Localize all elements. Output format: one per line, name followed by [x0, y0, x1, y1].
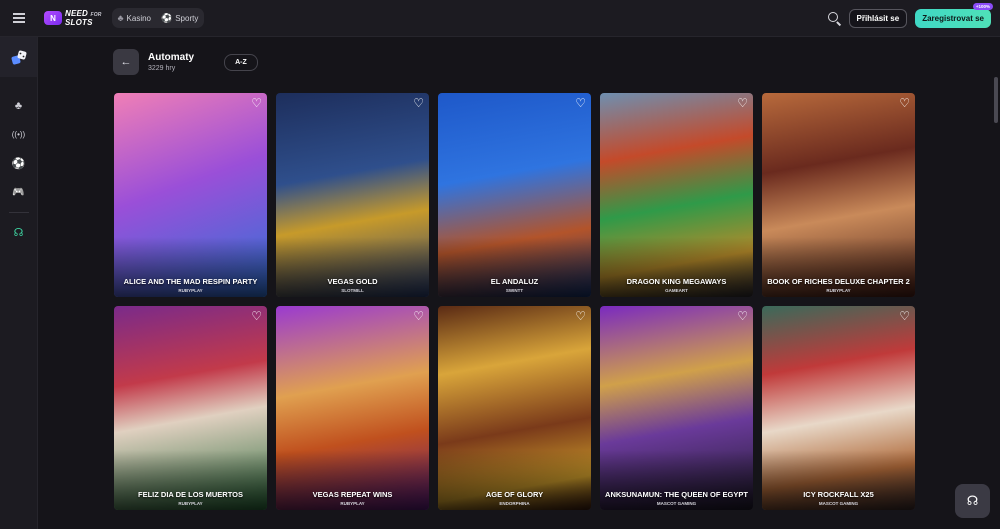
game-provider: MASCOT GAMING [818, 501, 859, 506]
login-button[interactable]: Přihlásit se [848, 8, 908, 28]
live-broadcast-icon: ((•)) [11, 130, 26, 139]
bonus-badge: +100% [972, 2, 993, 10]
game-grid: ♡ Alice and the Mad Respin Party RUBYPLAY ♡… [114, 93, 916, 510]
game-card[interactable]: ♡ Alice and the Mad Respin Party RUBYPLAY [114, 93, 267, 297]
game-card[interactable]: ♡ Dragon King Megaways GAMEART [600, 93, 753, 297]
game-card[interactable]: ♡ Feliz Dia de los Muertos RUBYPLAY [114, 306, 267, 510]
heart-icon[interactable]: ♡ [413, 310, 424, 322]
game-provider: RUBYPLAY [178, 501, 203, 506]
cherries-icon: ♣ [117, 13, 124, 23]
game-provider: ENDORPHINA [499, 501, 530, 506]
football-icon: ⚽ [11, 158, 26, 170]
game-provider: RUBYPLAY [826, 288, 851, 293]
logo[interactable]: N NEED FOR SLOTS [44, 9, 102, 27]
page-header: ← Automaty 3229 hry A-Z [113, 49, 258, 75]
game-title: Feliz Dia de los Muertos [137, 490, 243, 499]
search-icon[interactable] [827, 11, 841, 25]
register-button[interactable]: Zaregistrovat se +100% [915, 2, 993, 28]
nav-casino-label: Kasino [126, 13, 151, 23]
nav-casino[interactable]: ♣ Kasino [118, 13, 151, 23]
sidebar-item-support[interactable]: ☊ [0, 218, 37, 247]
top-bar: N NEED FOR SLOTS ♣ Kasino ⚽ Sporty Přihl… [0, 0, 1000, 37]
game-title: Vegas Repeat Wins [312, 490, 393, 499]
game-provider: MASCOT GAMING [656, 501, 697, 506]
sidebar-divider [8, 212, 29, 213]
football-icon: ⚽ [161, 12, 173, 23]
game-card[interactable]: ♡ Book of Riches Deluxe Chapter 2 RUBYPLAY [762, 93, 915, 297]
nav-sports[interactable]: ⚽ Sporty [161, 13, 198, 24]
arrow-left-icon: ← [120, 56, 132, 68]
game-card[interactable]: ♡ Vegas Repeat Wins RUBYPLAY [276, 306, 429, 510]
scrollbar-thumb[interactable] [994, 77, 998, 123]
game-title: Alice and the Mad Respin Party [123, 277, 258, 286]
game-count: 3229 hry [148, 65, 176, 72]
game-card[interactable]: ♡ Age of Glory ENDORPHINA [438, 306, 591, 510]
heart-icon[interactable]: ♡ [251, 97, 262, 109]
heart-icon[interactable]: ♡ [413, 97, 424, 109]
heart-icon[interactable]: ♡ [737, 310, 748, 322]
nav-sports-label: Sporty [175, 13, 199, 23]
game-provider: SLOTMILL [341, 288, 364, 293]
game-title: Age of Glory [485, 490, 544, 499]
heart-icon[interactable]: ♡ [251, 310, 262, 322]
support-icon: ☊ [13, 227, 24, 239]
slots-icon [11, 50, 26, 65]
heart-icon[interactable]: ♡ [575, 97, 586, 109]
gamepad-icon: 🎮 [12, 187, 25, 198]
headset-icon: ☊ [966, 493, 979, 508]
sort-button[interactable]: A-Z [224, 53, 258, 71]
back-button[interactable]: ← [113, 49, 139, 75]
game-card[interactable]: ♡ Vegas Gold SLOTMILL [276, 93, 429, 297]
game-title: Icy Rockfall X25 [803, 490, 874, 499]
game-provider: GAMEART [665, 288, 688, 293]
logo-text-bottom: SLOTS [65, 18, 93, 27]
game-title: El Andaluz [490, 277, 539, 286]
heart-icon[interactable]: ♡ [575, 310, 586, 322]
sidebar: ♣ ((•)) ⚽ 🎮 ☊ [0, 37, 38, 529]
game-card[interactable]: ♡ Anksunamun: The Queen of Egypt MASCOT GA… [600, 306, 753, 510]
game-card[interactable]: ♡ El Andaluz SWINTT [438, 93, 591, 297]
page-title: Automaty [148, 52, 195, 63]
menu-icon[interactable] [0, 0, 38, 37]
logo-text-top: NEED [65, 9, 89, 18]
heart-icon[interactable]: ♡ [899, 97, 910, 109]
game-provider: RUBYPLAY [340, 501, 365, 506]
heart-icon[interactable]: ♡ [737, 97, 748, 109]
game-provider: RUBYPLAY [178, 288, 203, 293]
sidebar-item-esports[interactable]: 🎮 [0, 178, 37, 207]
scrollbar[interactable] [992, 37, 1000, 529]
logo-mark: N [44, 11, 62, 25]
game-card[interactable]: ♡ Icy Rockfall X25 MASCOT GAMING [762, 306, 915, 510]
game-title: Book of Riches Deluxe Chapter 2 [767, 277, 910, 286]
heart-icon[interactable]: ♡ [899, 310, 910, 322]
game-provider: SWINTT [505, 288, 524, 293]
game-title: Anksunamun: The Queen of Egypt [605, 490, 748, 499]
sidebar-item-sports[interactable]: ⚽ [0, 149, 37, 178]
main-nav: ♣ Kasino ⚽ Sporty [111, 8, 205, 28]
sidebar-item-casino[interactable]: ♣ [0, 91, 37, 120]
sidebar-item-live[interactable]: ((•)) [0, 120, 37, 149]
support-chat-button[interactable]: ☊ [955, 484, 990, 518]
sidebar-item-slots[interactable] [0, 37, 37, 77]
game-title: Dragon King Megaways [626, 277, 727, 286]
game-title: Vegas Gold [327, 277, 378, 286]
cherries-icon: ♣ [14, 99, 23, 112]
register-button-label: Zaregistrovat se [922, 13, 984, 23]
